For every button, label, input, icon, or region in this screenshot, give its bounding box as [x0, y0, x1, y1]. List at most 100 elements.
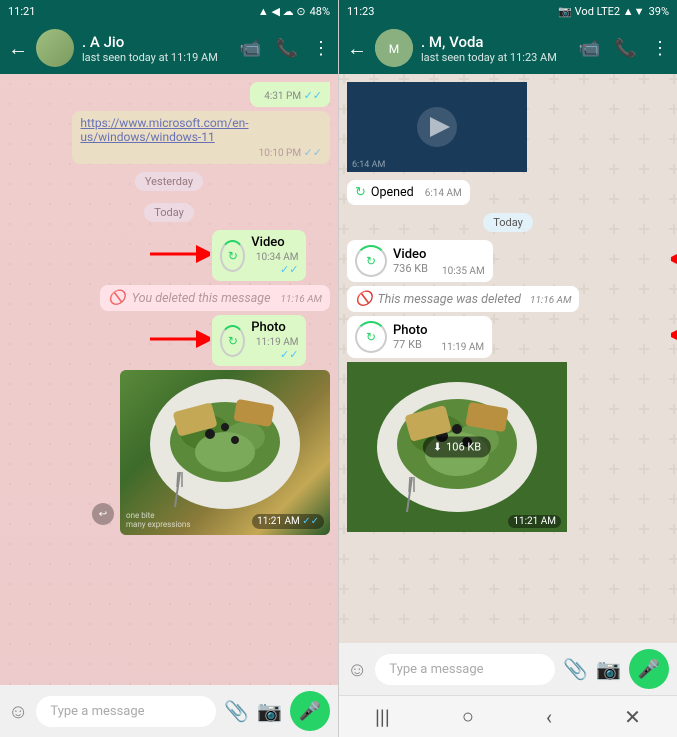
- nav-recent-icon[interactable]: |||: [375, 705, 390, 729]
- avatar-right: M: [375, 29, 413, 67]
- photo-label-right: Photo: [393, 323, 427, 338]
- avatar-left: [36, 29, 74, 67]
- mic-button-right[interactable]: 🎤: [629, 649, 669, 689]
- camera-icon-right[interactable]: 📷: [596, 657, 621, 681]
- contact-info-right: . M, Voda last seen today at 11:23 AM: [421, 33, 570, 64]
- signal-icons-right: 📷 Vod LTE2 ▲▼: [558, 5, 644, 18]
- contact-info-left: . A Jio last seen today at 11:19 AM: [82, 33, 231, 64]
- battery-left: 48%: [310, 5, 330, 18]
- back-button-left[interactable]: ←: [8, 36, 28, 61]
- msg-time-1: 4:31 PM ✓✓: [258, 89, 322, 102]
- contact-name-right: . M, Voda: [421, 33, 570, 51]
- deleted-msg-right: 🚫 This message was deleted 11:16 AM: [347, 286, 579, 312]
- attach-icon-right[interactable]: 📎: [563, 657, 588, 681]
- video-spinner-right: ↻: [355, 245, 387, 277]
- phone-icon-left[interactable]: 📞: [276, 38, 298, 59]
- contact-status-right: last seen today at 11:23 AM: [421, 51, 570, 64]
- video-size-right: 736 KB: [393, 262, 428, 275]
- nav-bar-right: ||| ○ ‹ ✕: [339, 695, 677, 737]
- photo-spinner-right: ↻: [355, 321, 387, 353]
- date-badge-today-left: Today: [144, 203, 194, 222]
- link-time: 10:10 PM ✓✓: [80, 146, 322, 159]
- photo-label-left: Photo: [251, 320, 298, 335]
- video-label-right: Video: [393, 247, 428, 262]
- status-bar-left: 11:21 ▲ ◀ ☁ ⊙ 48%: [0, 0, 338, 22]
- video-label-left: Video: [251, 235, 298, 250]
- photo-time-right: 11:19 AM: [441, 342, 484, 353]
- photo-msg-right: ↻ Photo 77 KB 11:19 AM: [347, 316, 492, 358]
- time-right: 11:23: [347, 5, 374, 18]
- deleted-time-left: 11:16 AM: [281, 294, 322, 305]
- left-chat-panel: 11:21 ▲ ◀ ☁ ⊙ 48% ← . A Jio last seen to…: [0, 0, 338, 737]
- video-time-left: 10:34 AM ✓✓: [251, 252, 298, 276]
- video-thumbnail-right: 6:14 AM: [347, 82, 527, 172]
- nav-apps-icon[interactable]: ✕: [624, 705, 641, 729]
- status-bar-right: 11:23 📷 Vod LTE2 ▲▼ 39%: [339, 0, 677, 22]
- video-call-icon-right[interactable]: 📹: [578, 38, 600, 59]
- date-badge-yesterday: Yesterday: [135, 172, 203, 191]
- date-badge-today-right: Today: [483, 213, 533, 232]
- chat-header-right: ← M . M, Voda last seen today at 11:23 A…: [339, 22, 677, 74]
- phone-icon-right[interactable]: 📞: [615, 38, 637, 59]
- chat-header-left: ← . A Jio last seen today at 11:19 AM 📹 …: [0, 22, 338, 74]
- food-image-left: 11:21 AM ✓✓ one bitemany expressions ↩: [120, 370, 330, 535]
- red-arrow-video-left: [150, 239, 210, 269]
- opened-text-right: Opened: [371, 185, 414, 200]
- download-icon-right: ⬇: [433, 441, 442, 454]
- contact-name-left: . A Jio: [82, 33, 231, 51]
- deleted-icon-right: 🚫: [355, 291, 372, 307]
- red-arrow-photo-right: [671, 320, 677, 350]
- download-size-right: 106 KB: [446, 441, 481, 454]
- video-time-right: 10:35 AM: [442, 266, 485, 277]
- photo-msg-left: ↻ Photo 11:19 AM ✓✓: [212, 315, 306, 366]
- mic-button-left[interactable]: 🎤: [290, 691, 330, 731]
- download-badge-right[interactable]: ⬇ 106 KB: [423, 437, 491, 458]
- nav-home-icon[interactable]: ○: [462, 704, 474, 729]
- food-time-left: 11:21 AM ✓✓: [252, 514, 324, 529]
- red-arrow-video-right: [671, 244, 677, 274]
- photo-time-left: 11:19 AM ✓✓: [251, 337, 298, 361]
- input-bar-left: ☺ Type a message 📎 📷 🎤: [0, 685, 338, 737]
- contact-status-left: last seen today at 11:19 AM: [82, 51, 231, 64]
- red-arrow-photo-left: [150, 324, 210, 354]
- video-row-right: ↻ Video 736 KB 10:35 AM: [347, 240, 669, 282]
- deleted-icon-left: 🚫: [108, 290, 125, 306]
- back-button-right[interactable]: ←: [347, 36, 367, 61]
- video-msg-left: ↻ Video 10:34 AM ✓✓: [212, 230, 306, 281]
- input-bar-right: ☺ Type a message 📎 📷 🎤: [339, 643, 677, 695]
- svg-text:M: M: [389, 42, 399, 56]
- camera-icon-left[interactable]: 📷: [257, 699, 282, 723]
- opened-icon-right: ↻: [355, 185, 366, 200]
- video-call-icon-left[interactable]: 📹: [239, 38, 261, 59]
- chat-area-right: 6:14 AM ↻ Opened 6:14 AM Today ↻ Video 7…: [339, 74, 677, 643]
- attach-icon-left[interactable]: 📎: [224, 699, 249, 723]
- photo-size-right: 77 KB: [393, 338, 427, 351]
- food-image-right: ⬇ 106 KB 11:21 AM: [347, 362, 567, 532]
- right-chat-panel: 11:23 📷 Vod LTE2 ▲▼ 39% ← M . M, Voda la…: [338, 0, 677, 737]
- nav-back-icon[interactable]: ‹: [546, 705, 552, 729]
- svg-text:6:14 AM: 6:14 AM: [352, 160, 385, 170]
- menu-icon-left[interactable]: ⋮: [312, 38, 330, 59]
- food-overlay-text: one bitemany expressions: [126, 511, 190, 529]
- food-img-svg-left: [120, 370, 330, 527]
- photo-spinner-left: ↻: [220, 325, 245, 357]
- battery-right: 39%: [649, 5, 669, 18]
- emoji-icon-left[interactable]: ☺: [8, 699, 28, 724]
- link-text[interactable]: https://www.microsoft.com/en-us/windows/…: [80, 116, 322, 144]
- deleted-msg-left: 🚫 You deleted this message 11:16 AM: [100, 285, 330, 311]
- opened-time-right: 6:14 AM: [425, 188, 462, 199]
- video-msg-right: ↻ Video 736 KB 10:35 AM: [347, 240, 493, 282]
- header-icons-right: 📹 📞 ⋮: [578, 38, 669, 59]
- opened-msg-right: ↻ Opened 6:14 AM: [347, 180, 470, 205]
- forward-button[interactable]: ↩: [92, 503, 114, 525]
- deleted-text-right: This message was deleted: [377, 292, 521, 307]
- time-left: 11:21: [8, 5, 35, 18]
- message-input-left[interactable]: Type a message: [36, 696, 216, 727]
- header-icons-left: 📹 📞 ⋮: [239, 38, 330, 59]
- menu-icon-right[interactable]: ⋮: [651, 38, 669, 59]
- chat-area-left: 4:31 PM ✓✓ https://www.microsoft.com/en-…: [0, 74, 338, 685]
- message-out-1: 4:31 PM ✓✓: [250, 82, 330, 107]
- message-input-right[interactable]: Type a message: [375, 654, 555, 685]
- emoji-icon-right[interactable]: ☺: [347, 657, 367, 682]
- food-time-right: 11:21 AM: [508, 515, 561, 528]
